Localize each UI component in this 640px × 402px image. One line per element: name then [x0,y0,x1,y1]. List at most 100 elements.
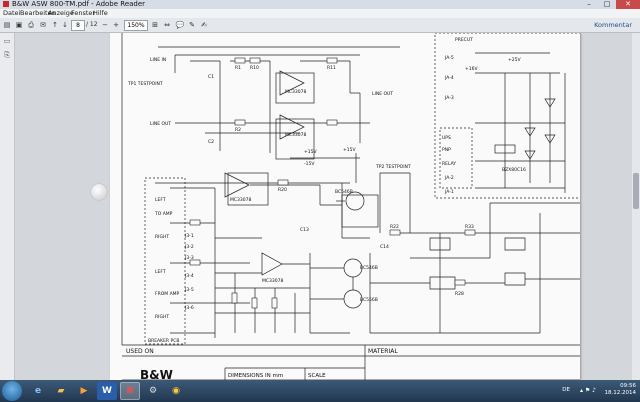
ie-taskbar-icon[interactable]: e [28,382,48,400]
label-bc556b: BC556B [360,297,378,303]
label-mc33078-2: MC33078 [285,132,306,138]
label-tp1: TP1 TESTPOINT [127,81,163,87]
windows-taskbar: e ▰ ▶ W ⌘ ⚙ ◉ DE ▴ ⚑ ♪ 09:56 18.12.2014 [0,380,640,402]
email-icon[interactable]: ✉ [38,20,48,30]
vertical-scrollbar[interactable] [632,33,640,380]
highlight-icon[interactable]: ✎ [187,20,197,30]
label-ja-5: JA-5 [444,55,454,61]
next-page-icon[interactable]: ↓ [60,20,70,30]
clock-time: 09:56 [620,383,636,389]
page-total: / 12 [86,21,98,28]
label-r22: R22 [390,224,399,230]
label-line-out-right: LINE OUT [372,91,393,97]
menu-fenster[interactable]: Fenster [71,9,95,18]
label-c14: C14 [380,244,389,250]
label-precut: PRECUT [455,37,473,43]
label-mc33078-3: MC33078 [230,197,251,203]
schematic-drawing: LINE IN LINE OUT LINE OUT TP1 TESTPOINT … [121,33,580,380]
sign-icon[interactable]: ✍ [199,20,209,30]
label-ja-2: JA-2 [444,175,454,181]
media-player-taskbar-icon[interactable]: ▶ [74,382,94,400]
tray-icons[interactable]: ▴ ⚑ ♪ [580,387,596,394]
label-ups: UPS [442,135,451,141]
titleblock-scale: SCALE [308,373,326,379]
label-bc546b-1: BC546B [335,189,353,195]
label-c2: C2 [208,139,214,145]
label-j3-2: J3-2 [184,244,194,250]
close-button[interactable]: ✕ [616,0,640,9]
adobe-reader-icon [3,1,9,7]
zoom-out-icon[interactable]: − [100,20,110,30]
label-relay: RELAY [442,161,456,167]
pdf-page: LINE IN LINE OUT LINE OUT TP1 TESTPOINT … [110,33,580,380]
label-breaker-pcb: BREAKER PCB [148,338,179,344]
titleblock-material: MATERIAL [368,348,398,355]
start-button[interactable] [2,381,22,401]
chrome-taskbar-icon[interactable]: ◉ [166,382,186,400]
label-j3-5: J3-5 [184,287,194,293]
previous-page-icon[interactable]: ↑ [50,20,60,30]
minimize-button[interactable]: – [580,0,598,9]
label-plus15v-b: +15V [343,147,356,153]
titleblock-used-on: USED ON [126,348,154,355]
label-plus16v: +16V [465,66,478,72]
label-tp2: TP2 TESTPOINT [375,164,411,170]
label-right-1: RIGHT [155,234,169,240]
comment-icon[interactable]: 💬 [175,20,185,30]
titleblock-dimensions: DIMENSIONS IN mm [228,373,283,379]
label-ja-3: JA-3 [444,95,454,101]
save-icon[interactable]: ▣ [14,20,24,30]
label-bc546b-2: BC546B [360,265,378,271]
label-r20: R20 [278,187,287,193]
label-j3-1: J3-1 [184,233,194,239]
label-left-1: LEFT [155,197,166,203]
explorer-taskbar-icon[interactable]: ▰ [51,382,71,400]
menu-hilfe[interactable]: Hilfe [93,9,108,18]
comment-panel-button[interactable]: Kommentar [594,19,632,31]
page-number-input[interactable]: 8 [71,20,85,31]
titleblock-logo: B&W [140,368,173,380]
label-line-in: LINE IN [150,57,166,63]
label-to-amp: TO AMP [154,211,173,217]
label-pnp: PNP [442,147,451,153]
clock[interactable]: 09:56 18.12.2014 [605,383,637,397]
open-icon[interactable]: ▤ [2,20,12,30]
attachments-icon[interactable]: ⎘ [3,51,11,59]
label-minus15v: -15V [304,161,315,167]
label-j3-6: J3-6 [184,305,194,311]
fit-page-icon[interactable]: ⊞ [150,20,160,30]
pages-icon[interactable]: ▭ [3,37,11,45]
label-r28: R28 [455,291,464,297]
label-mc33078-4: MC33078 [262,278,283,284]
word-taskbar-icon[interactable]: W [97,382,117,400]
label-j3-4: J3-4 [184,273,194,279]
label-r11: R11 [327,65,336,71]
fit-width-icon[interactable]: ⇔ [162,20,172,30]
label-j3-3: J3-3 [184,255,194,261]
label-left-2: LEFT [155,269,166,275]
zoom-in-icon[interactable]: + [111,20,121,30]
scroll-position-marker [91,184,107,200]
label-r33: R33 [465,224,474,230]
menu-datei[interactable]: Datei [3,9,20,18]
print-icon[interactable]: ⎙ [26,20,36,30]
tools-taskbar-icon[interactable]: ⚙ [143,382,163,400]
label-ja-1: JA-1 [444,189,454,195]
label-from-amp: FROM AMP [155,291,180,297]
clock-date: 18.12.2014 [604,390,637,396]
label-r1: R1 [235,65,241,71]
label-r10: R10 [250,65,259,71]
document-viewport[interactable]: LINE IN LINE OUT LINE OUT TP1 TESTPOINT … [15,33,640,380]
language-indicator[interactable]: DE [562,387,570,393]
zoom-select[interactable]: 150% [124,20,148,31]
label-right-2: RIGHT [155,314,169,320]
label-c13: C13 [300,227,309,233]
label-plus15v: +15V [304,149,317,155]
label-r2: R2 [235,127,241,133]
label-bzx80c16: BZX80C16 [502,167,526,173]
maximize-button[interactable]: □ [598,0,616,9]
label-mc33078-1: MC33078 [285,89,306,95]
adobe-reader-taskbar-icon[interactable]: ⌘ [120,382,140,400]
scrollbar-thumb[interactable] [633,173,639,209]
label-plus25v: +25V [508,57,521,63]
